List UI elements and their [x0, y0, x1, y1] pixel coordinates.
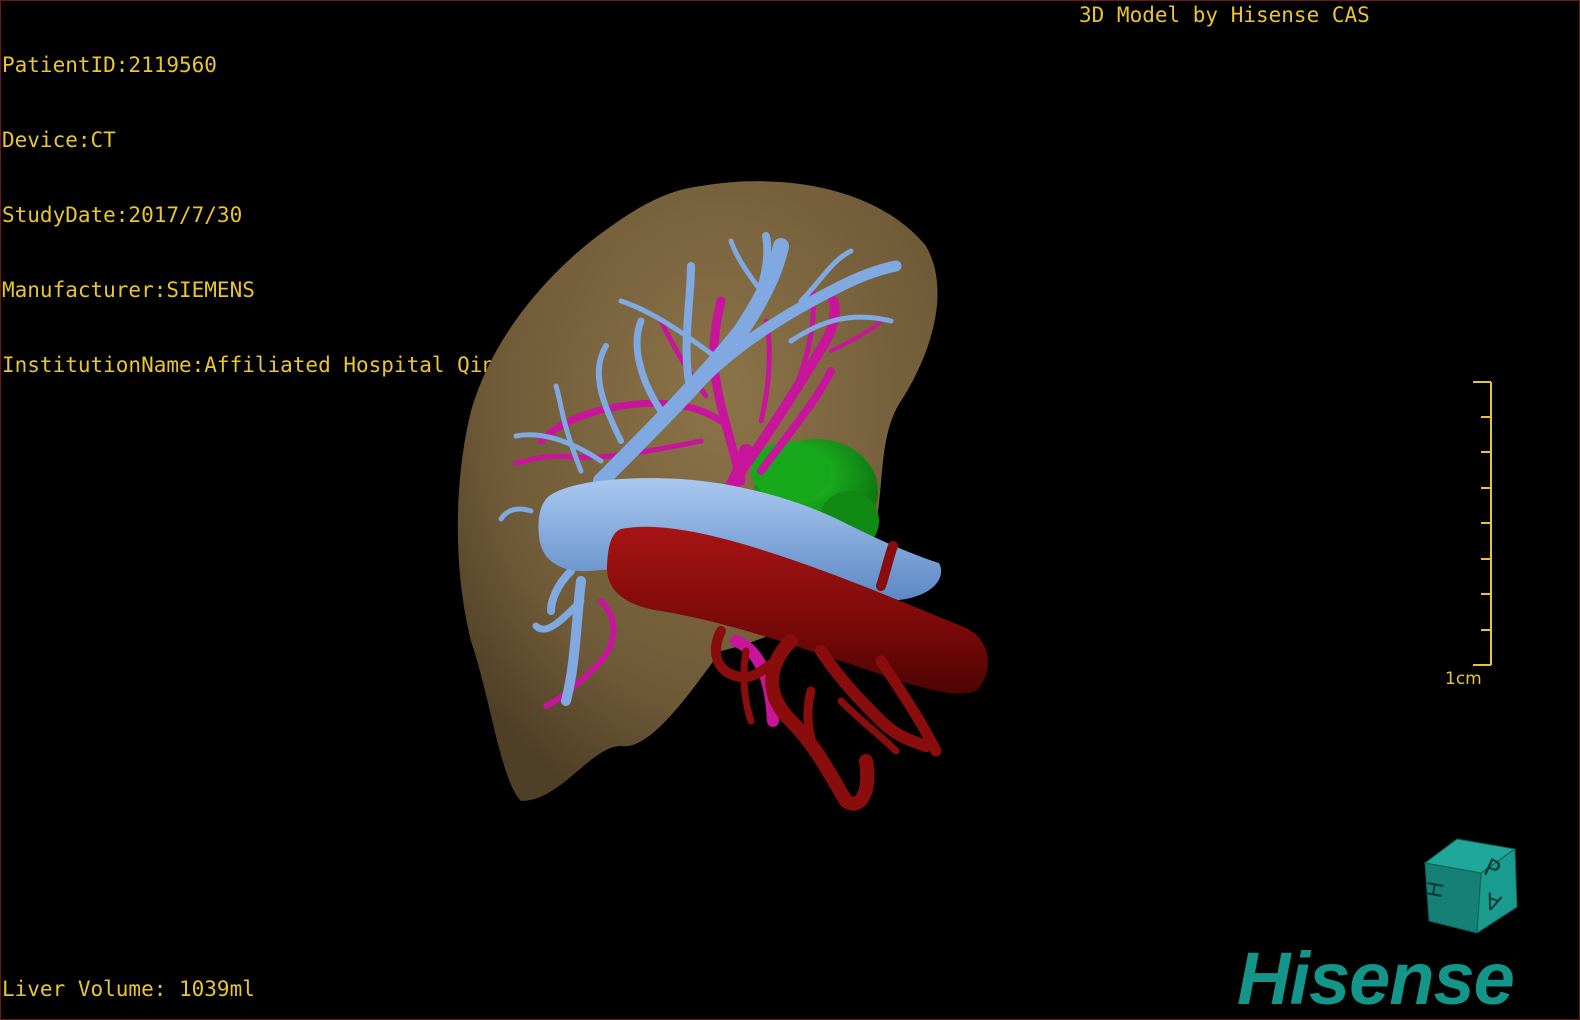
liver-volume-text: Liver Volume: 1039ml	[2, 977, 255, 1001]
3d-viewport[interactable]: PatientID:2119560 Device:CT StudyDate:20…	[0, 0, 1580, 1020]
scale-bar	[1473, 381, 1492, 666]
orientation-cube-icon[interactable]: P H A	[1419, 837, 1523, 941]
scale-label: 1cm	[1445, 669, 1482, 689]
hisense-logo: Hisense	[1237, 937, 1515, 1020]
liver-3d-model[interactable]	[1, 1, 1579, 1019]
